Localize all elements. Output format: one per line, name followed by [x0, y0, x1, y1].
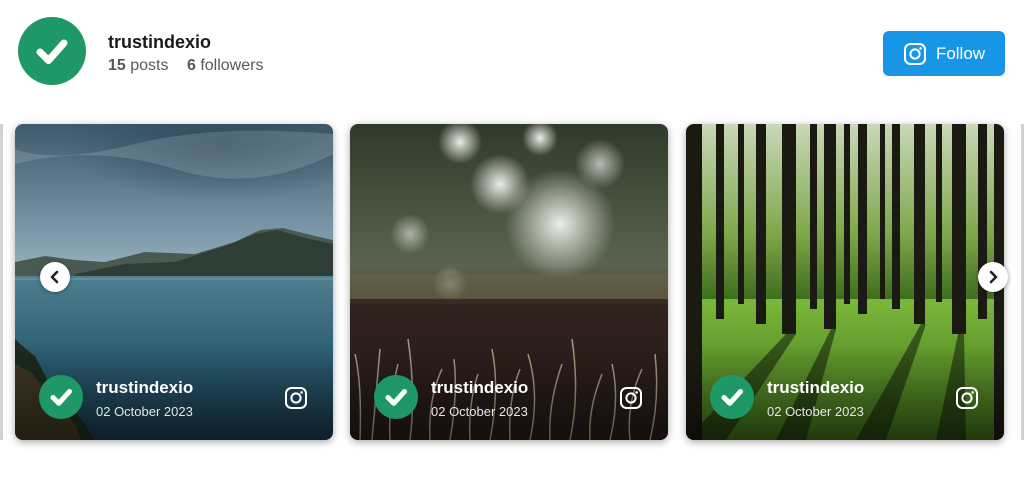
carousel-next-button[interactable]: [978, 262, 1008, 292]
post-username: trustindexio: [767, 378, 865, 397]
chevron-right-icon: [989, 270, 998, 284]
posts-stat: 15 posts: [108, 57, 169, 74]
post-avatar: [710, 375, 754, 419]
followers-count: 6: [186, 57, 196, 74]
profile-username[interactable]: trustindexio: [108, 32, 211, 53]
post-avatar: [39, 375, 83, 419]
post-carousel[interactable]: trustindexio 02 October 2023 trustindexi…: [0, 110, 1024, 460]
profile-header: trustindexio 15 posts 6 followers Follow: [0, 0, 1024, 110]
chevron-left-icon: [50, 270, 59, 284]
post-username: trustindexio: [431, 378, 529, 397]
post-card[interactable]: trustindexio 02 October 2023: [350, 124, 668, 440]
post-card[interactable]: trustindexio 02 October 2023: [686, 124, 1004, 440]
profile-avatar[interactable]: [18, 17, 86, 85]
followers-stat: 6 followers: [187, 57, 264, 74]
carousel-prev-button[interactable]: [40, 262, 70, 292]
posts-count: 15: [108, 57, 126, 74]
checkmark-icon: [385, 389, 407, 406]
post-username: trustindexio: [96, 378, 194, 397]
post-avatar: [374, 375, 418, 419]
checkmark-icon: [721, 389, 743, 406]
posts-label: posts: [130, 57, 169, 74]
follow-label: Follow: [935, 43, 986, 63]
profile-stats: 15 posts 6 followers: [108, 57, 277, 75]
post-date: 02 October 2023: [96, 404, 193, 419]
post-date: 02 October 2023: [767, 404, 864, 419]
instagram-icon[interactable]: [284, 386, 308, 410]
checkmark-icon: [36, 39, 68, 64]
post-date: 02 October 2023: [431, 404, 528, 419]
instagram-icon[interactable]: [619, 386, 643, 410]
checkmark-icon: [50, 389, 72, 406]
previous-card-edge: [0, 124, 3, 440]
instagram-icon: [903, 42, 926, 65]
follow-button[interactable]: Follow: [883, 31, 1005, 76]
instagram-icon[interactable]: [955, 386, 979, 410]
followers-label: followers: [200, 57, 264, 74]
